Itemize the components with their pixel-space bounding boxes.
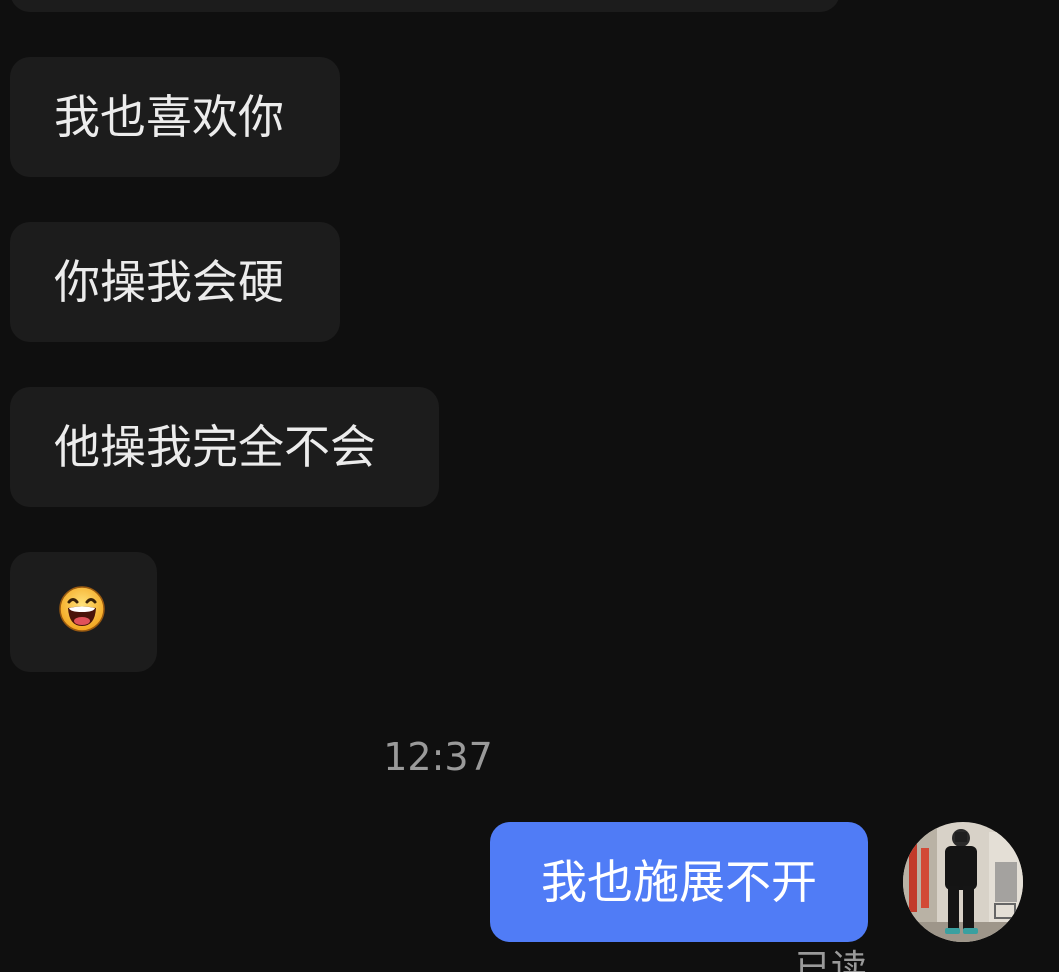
message-text: 他操我完全不会 xyxy=(54,420,376,474)
message-text: 我也喜欢你 xyxy=(54,90,284,144)
user-avatar[interactable] xyxy=(903,822,1023,942)
message-bubble-incoming[interactable]: 我也喜欢你 xyxy=(10,57,340,177)
chat-screen: 我也喜欢你 你操我会硬 他操我完全不会 12:37 我也施展不开 已读 xyxy=(0,0,1059,972)
laughing-face-emoji-icon xyxy=(59,586,105,632)
message-bubble-incoming[interactable]: 他操我完全不会 xyxy=(10,387,439,507)
message-text: 我也施展不开 xyxy=(541,855,817,909)
message-bubble-partial[interactable] xyxy=(10,0,840,12)
read-status: 已读 xyxy=(795,948,868,972)
message-bubble-incoming[interactable]: 你操我会硬 xyxy=(10,222,340,342)
message-bubble-emoji[interactable] xyxy=(10,552,157,672)
message-bubble-outgoing[interactable]: 我也施展不开 xyxy=(490,822,868,942)
avatar-photo-icon xyxy=(903,822,1023,942)
message-timestamp: 12:37 xyxy=(383,735,493,779)
message-text: 你操我会硬 xyxy=(54,255,284,309)
